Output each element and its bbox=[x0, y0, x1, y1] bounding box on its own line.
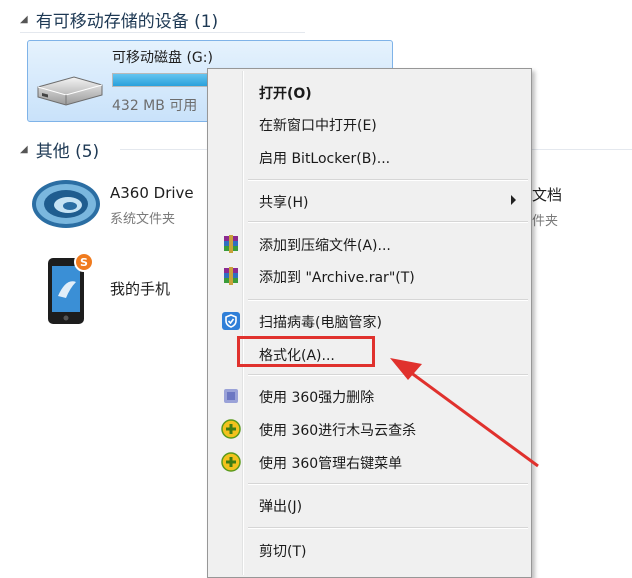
menu-item-label: 使用 360管理右键菜单 bbox=[259, 456, 403, 472]
360-delete-icon bbox=[224, 389, 238, 403]
documents-item[interactable]: 文档 件夹 bbox=[532, 176, 632, 232]
svg-text:S: S bbox=[80, 256, 88, 269]
drive-free-space: 432 MB 可用 bbox=[112, 98, 198, 114]
menu-item-label: 添加到 "Archive.rar"(T) bbox=[259, 270, 415, 286]
menu-separator bbox=[248, 527, 528, 529]
menu-separator bbox=[248, 483, 528, 485]
menu-item-cut[interactable]: 剪切(T) bbox=[211, 535, 528, 565]
collapse-triangle-icon[interactable]: ◢ bbox=[20, 14, 28, 25]
360-plus-icon bbox=[221, 419, 241, 439]
menu-item-360-manage-menu[interactable]: 使用 360管理右键菜单 bbox=[211, 447, 528, 477]
menu-item-label: 弹出(J) bbox=[259, 499, 303, 515]
section-header-removable[interactable]: ◢ 有可移动存储的设备 (1) bbox=[20, 6, 310, 33]
item-title: 我的手机 bbox=[110, 280, 171, 298]
menu-item-open[interactable]: 打开(O) bbox=[211, 77, 528, 107]
menu-item-add-to-archive-rar[interactable]: 添加到 "Archive.rar"(T) bbox=[211, 261, 528, 291]
menu-item-label: 添加到压缩文件(A)... bbox=[259, 238, 391, 254]
section-divider bbox=[20, 32, 305, 33]
menu-item-label: 扫描病毒(电脑管家) bbox=[259, 315, 382, 331]
menu-item-add-to-archive[interactable]: 添加到压缩文件(A)... bbox=[211, 229, 528, 259]
item-subtitle: 系统文件夹 bbox=[110, 212, 176, 227]
menu-item-open-new-window[interactable]: 在新窗口中打开(E) bbox=[211, 109, 528, 139]
item-title: 文档 bbox=[532, 186, 563, 204]
menu-item-bitlocker[interactable]: 启用 BitLocker(B)... bbox=[211, 142, 528, 172]
context-menu: 打开(O) 在新窗口中打开(E) 启用 BitLocker(B)... 共享(H… bbox=[207, 68, 532, 578]
a360-drive-icon bbox=[32, 180, 100, 228]
360-plus-icon bbox=[221, 452, 241, 472]
menu-separator bbox=[248, 179, 528, 181]
menu-item-label: 使用 360强力删除 bbox=[259, 390, 375, 406]
section-title: 有可移动存储的设备 (1) bbox=[35, 11, 219, 32]
menu-item-share[interactable]: 共享(H) bbox=[211, 186, 528, 216]
menu-item-label: 使用 360进行木马云查杀 bbox=[259, 423, 417, 439]
menu-item-label: 启用 BitLocker(B)... bbox=[259, 151, 391, 167]
item-subtitle: 件夹 bbox=[532, 214, 559, 229]
menu-item-eject[interactable]: 弹出(J) bbox=[211, 490, 528, 520]
pc-manager-shield-icon bbox=[222, 312, 240, 330]
menu-item-label: 在新窗口中打开(E) bbox=[259, 118, 377, 134]
format-highlight-box bbox=[237, 336, 375, 367]
phone-icon: S bbox=[48, 252, 94, 324]
section-title: 其他 (5) bbox=[35, 141, 100, 162]
menu-separator bbox=[248, 221, 528, 223]
menu-separator bbox=[248, 299, 528, 301]
menu-separator bbox=[248, 374, 528, 376]
drive-name: 可移动磁盘 (G:) bbox=[112, 50, 213, 66]
menu-item-scan-virus[interactable]: 扫描病毒(电脑管家) bbox=[211, 306, 528, 336]
submenu-arrow-icon bbox=[511, 195, 516, 205]
menu-item-label: 剪切(T) bbox=[259, 544, 307, 560]
menu-item-360-force-delete[interactable]: 使用 360强力删除 bbox=[211, 381, 528, 411]
winrar-icon bbox=[224, 235, 238, 253]
winrar-icon bbox=[224, 267, 238, 285]
menu-item-label: 打开(O) bbox=[259, 86, 312, 102]
my-phone-item[interactable]: S 我的手机 bbox=[40, 252, 200, 330]
collapse-triangle-icon[interactable]: ◢ bbox=[20, 144, 28, 155]
menu-item-360-trojan-scan[interactable]: 使用 360进行木马云查杀 bbox=[211, 414, 528, 444]
usb-drive-icon bbox=[37, 76, 103, 106]
menu-item-label: 共享(H) bbox=[259, 195, 309, 211]
a360-drive-item[interactable]: A360 Drive 系统文件夹 bbox=[28, 176, 208, 232]
item-title: A360 Drive bbox=[110, 184, 194, 202]
